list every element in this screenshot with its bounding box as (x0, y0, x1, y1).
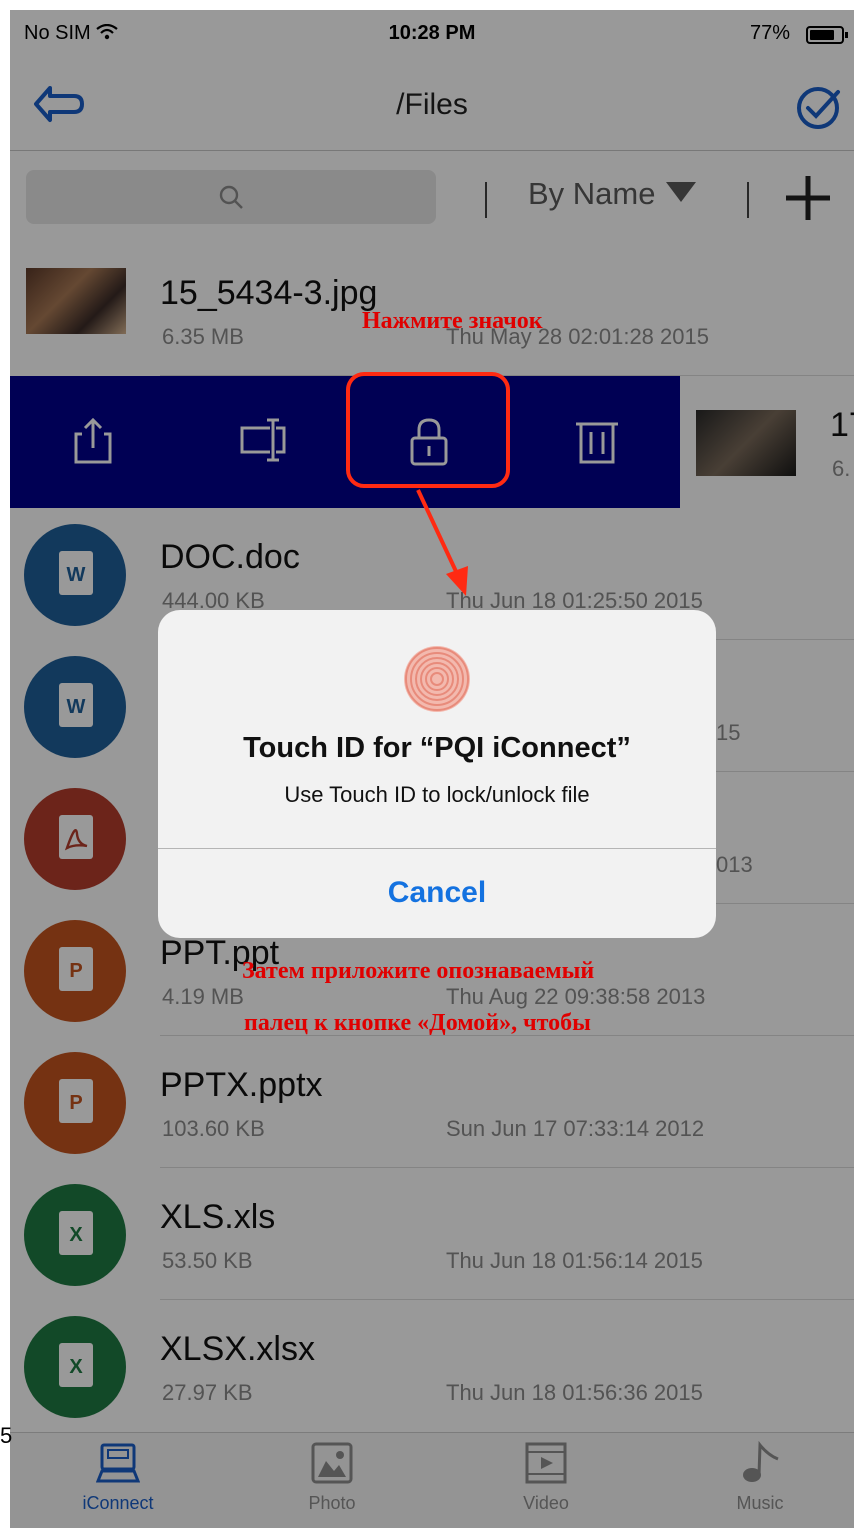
annotation-line-2: палец к кнопке «Домой», чтобы (244, 1010, 591, 1036)
alert-message: Use Touch ID to lock/unlock file (284, 782, 590, 807)
annotation-tap-icon: Нажмите значок (362, 308, 543, 334)
lock-highlight (346, 372, 510, 488)
arrow-icon (416, 489, 468, 596)
touch-id-alert: Touch ID for “PQI iConnect” Use Touch ID… (158, 610, 716, 938)
annotation-line-1: Затем приложите опознаваемый (242, 958, 595, 984)
edge-text: 5 (0, 1423, 13, 1448)
app-screen: No SIM 10:28 PM 77% /Files By Name 15_54… (10, 10, 854, 1528)
fingerprint-icon (404, 646, 470, 712)
cancel-button[interactable]: Cancel (158, 848, 716, 938)
alert-title: Touch ID for “PQI iConnect” (243, 732, 631, 764)
